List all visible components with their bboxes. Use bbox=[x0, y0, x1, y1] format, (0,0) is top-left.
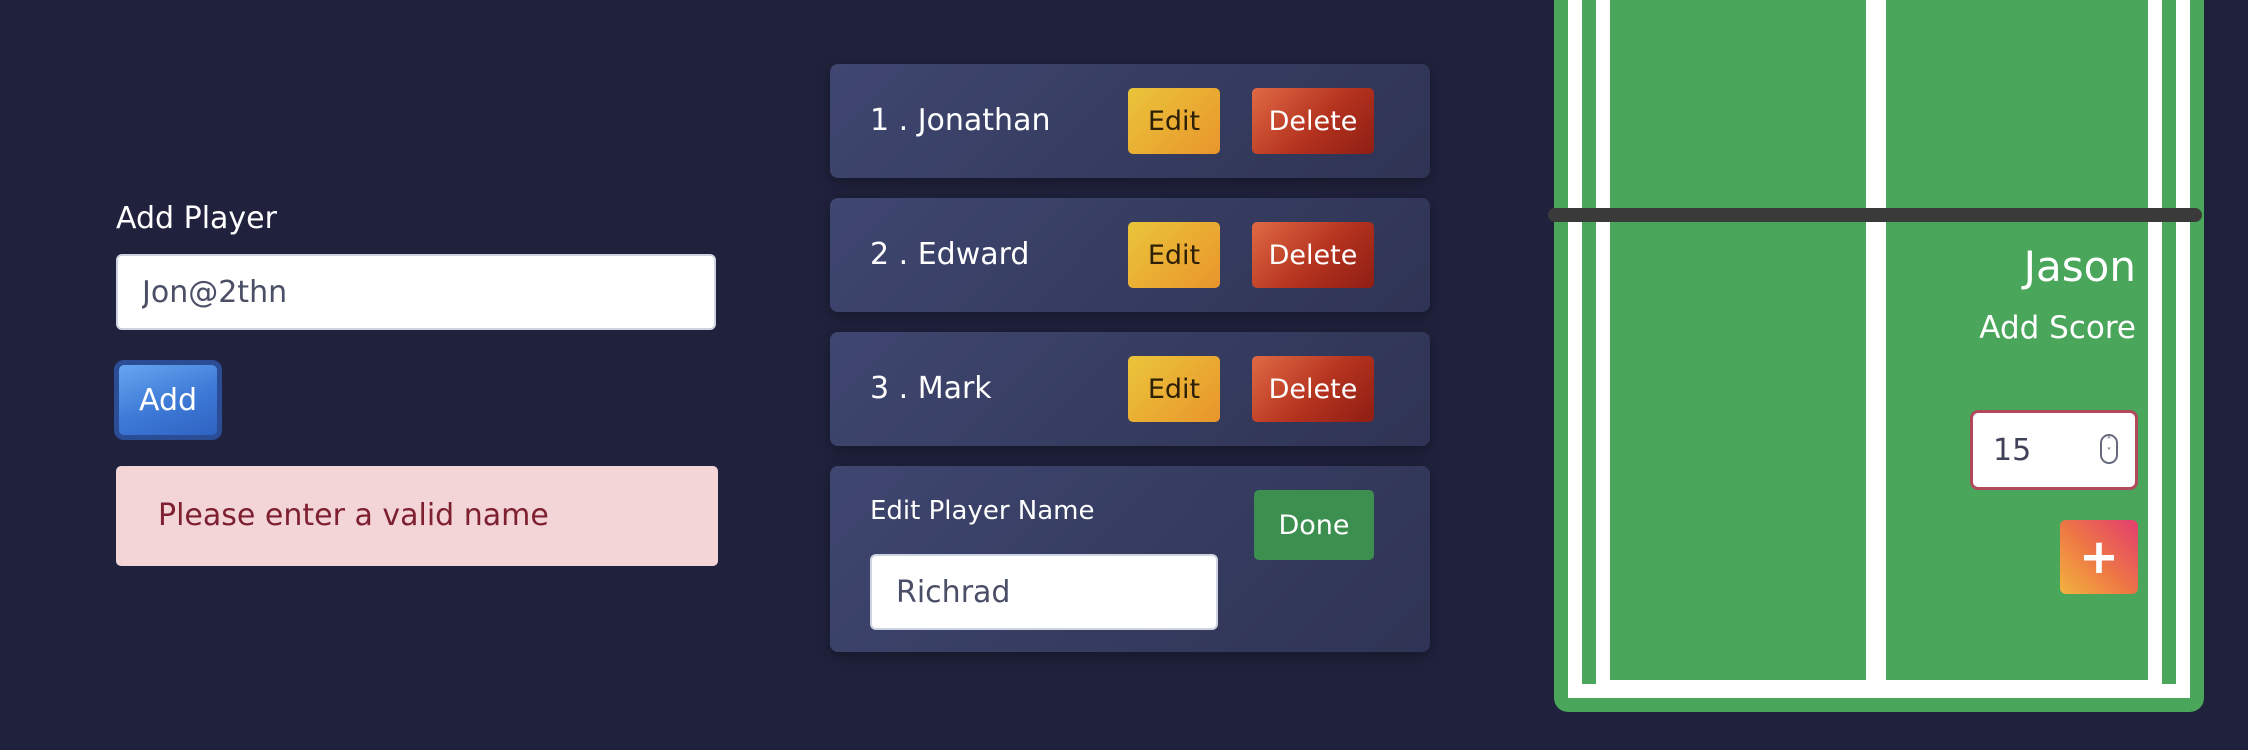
court-side-line-right bbox=[2148, 0, 2162, 680]
edit-player-card: Edit Player Name Done bbox=[830, 466, 1430, 652]
add-score-button[interactable]: + bbox=[2060, 520, 2138, 594]
court-side-line-left bbox=[1596, 0, 1610, 680]
add-player-title: Add Player bbox=[116, 201, 277, 236]
court-player-name: Jason bbox=[2023, 242, 2136, 291]
delete-button[interactable]: Delete bbox=[1252, 88, 1374, 154]
add-score-label: Add Score bbox=[1979, 310, 2136, 346]
player-card: 2 . Edward Edit Delete bbox=[830, 198, 1430, 312]
player-name: 1 . Jonathan bbox=[870, 103, 1051, 138]
edit-button[interactable]: Edit bbox=[1128, 88, 1220, 154]
court-outer-line-bottom bbox=[1568, 684, 2190, 698]
edit-player-label: Edit Player Name bbox=[870, 496, 1095, 526]
edit-button[interactable]: Edit bbox=[1128, 356, 1220, 422]
player-list: 1 . Jonathan Edit Delete 2 . Edward Edit… bbox=[830, 64, 1430, 672]
add-player-button[interactable]: Add bbox=[114, 360, 222, 440]
court: Jason Add Score ˄˅ + bbox=[1548, 0, 2204, 712]
player-name: 3 . Mark bbox=[870, 371, 992, 406]
court-outer-line-right bbox=[2176, 0, 2190, 698]
number-stepper-icon[interactable]: ˄ ˅ bbox=[2100, 434, 2118, 464]
player-name: 2 . Edward bbox=[870, 237, 1030, 272]
edit-button[interactable]: Edit bbox=[1128, 222, 1220, 288]
court-center-line bbox=[1866, 0, 1886, 680]
player-name-input[interactable] bbox=[116, 254, 716, 330]
court-net bbox=[1548, 208, 2202, 222]
player-card: 1 . Jonathan Edit Delete bbox=[830, 64, 1430, 178]
court-outer-line-left bbox=[1568, 0, 1582, 698]
player-card: 3 . Mark Edit Delete bbox=[830, 332, 1430, 446]
edit-player-input[interactable] bbox=[870, 554, 1218, 630]
add-player-form: Add Player Add Please enter a valid name bbox=[114, 200, 718, 566]
error-message: Please enter a valid name bbox=[116, 466, 718, 566]
court-baseline bbox=[1596, 680, 2162, 686]
plus-icon: + bbox=[2078, 529, 2120, 585]
delete-button[interactable]: Delete bbox=[1252, 222, 1374, 288]
delete-button[interactable]: Delete bbox=[1252, 356, 1374, 422]
done-button[interactable]: Done bbox=[1254, 490, 1374, 560]
